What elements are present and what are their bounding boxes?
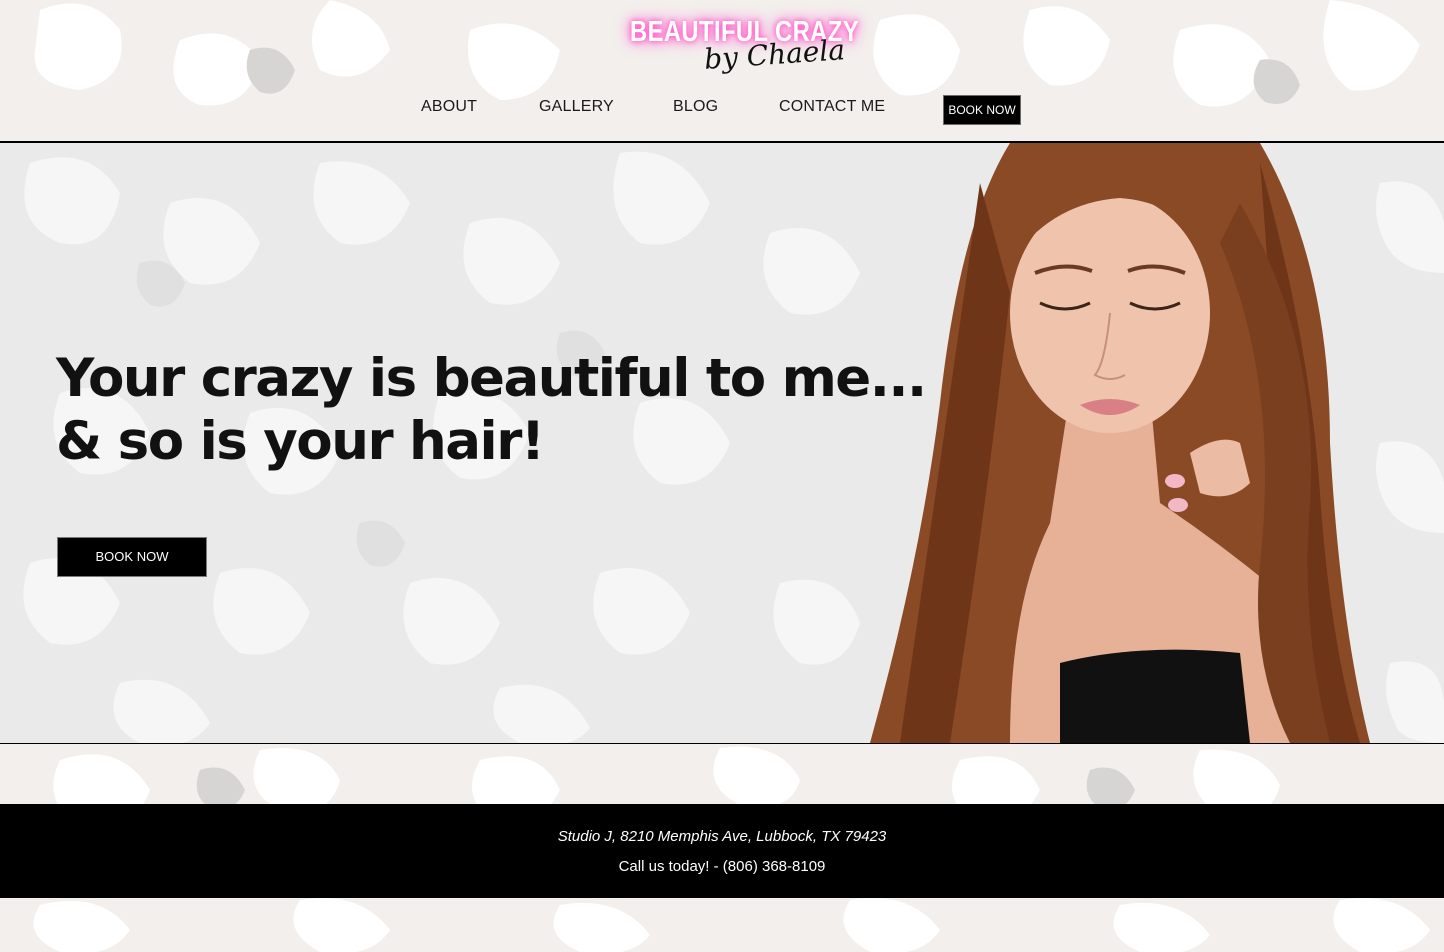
hero-divider bbox=[0, 743, 1444, 744]
nav-gallery[interactable]: GALLERY bbox=[539, 98, 614, 116]
footer-address: Studio J, 8210 Memphis Ave, Lubbock, TX … bbox=[557, 828, 887, 845]
hero-section: Your crazy is beautiful to me... & so is… bbox=[0, 143, 1444, 743]
hero-model-image bbox=[870, 143, 1370, 743]
site-footer: Studio J, 8210 Memphis Ave, Lubbock, TX … bbox=[0, 804, 1444, 898]
brand-logo[interactable]: BEAUTIFUL CRAZY by Chaela bbox=[622, 12, 859, 76]
nav-contact-me[interactable]: CONTACT ME bbox=[779, 98, 885, 116]
headline-line-1: Your crazy is beautiful to me... bbox=[56, 348, 927, 409]
headline-line-2: & so is your hair! bbox=[56, 411, 545, 472]
hero-book-now-button[interactable]: BOOK NOW bbox=[57, 537, 207, 577]
nav-about[interactable]: ABOUT bbox=[421, 98, 477, 116]
header-book-now-button[interactable]: BOOK NOW bbox=[943, 95, 1021, 125]
main-nav: ABOUT GALLERY BLOG CONTACT ME bbox=[0, 98, 1444, 122]
site-header: BEAUTIFUL CRAZY by Chaela ABOUT GALLERY … bbox=[0, 0, 1444, 141]
nav-blog[interactable]: BLOG bbox=[673, 98, 718, 116]
footer-phone[interactable]: Call us today! - (806) 368-8109 bbox=[0, 858, 1444, 875]
header-divider bbox=[0, 141, 1444, 143]
hero-headline: Your crazy is beautiful to me... & so is… bbox=[56, 347, 927, 473]
